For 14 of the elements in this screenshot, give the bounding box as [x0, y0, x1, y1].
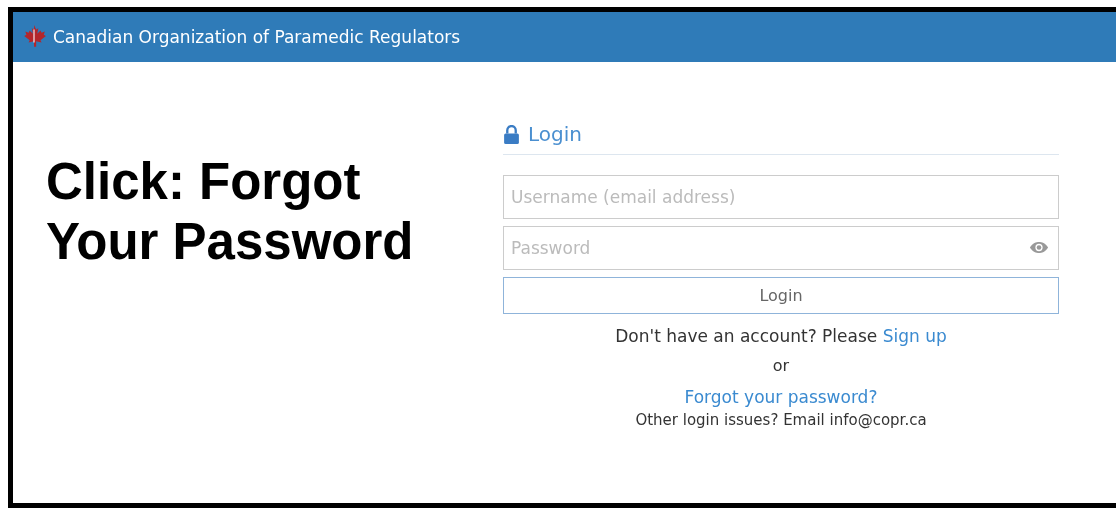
- other-issues-text: Other login issues? Email info@copr.ca: [635, 411, 927, 429]
- username-field[interactable]: Username (email address): [503, 175, 1059, 219]
- login-heading: Login: [528, 122, 582, 146]
- instruction-text: Click: Forgot: [46, 152, 362, 212]
- forgot-password-link[interactable]: Forgot your password?: [684, 387, 878, 407]
- site-title: Canadian Organization of Paramedic Regulators: [53, 27, 461, 47]
- lock-icon: [503, 124, 520, 144]
- login-button[interactable]: Login: [503, 277, 1059, 314]
- or-separator: or: [772, 356, 790, 375]
- password-field[interactable]: Password: [503, 226, 1059, 270]
- signup-prompt: Don't have an account? Please Sign up: [615, 326, 947, 346]
- eye-icon[interactable]: [1029, 241, 1049, 254]
- instruction-text: Your Password: [46, 212, 415, 272]
- sign-up-link[interactable]: Sign up: [882, 326, 947, 346]
